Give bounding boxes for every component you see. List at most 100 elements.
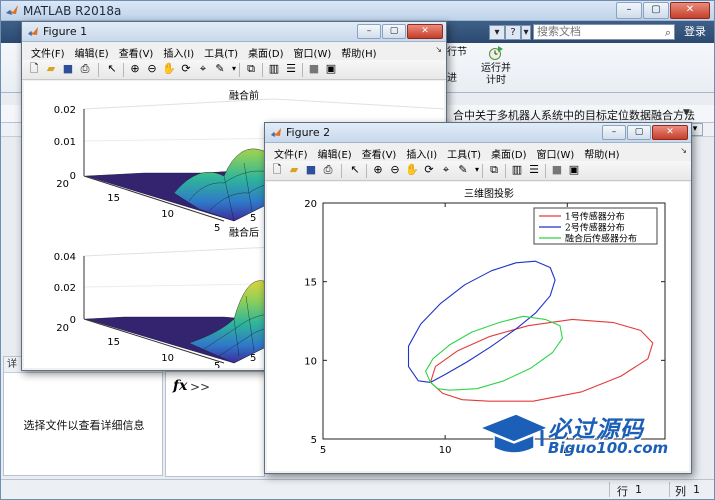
edit-plot-icon[interactable]: ↖ — [105, 62, 119, 76]
figure-2-maximize-button[interactable]: ▢ — [627, 125, 651, 140]
row-label: 行 — [617, 485, 628, 498]
menu-desktop[interactable]: 桌面(D) — [486, 144, 532, 161]
zoom-out-icon[interactable]: ⊖ — [145, 62, 159, 76]
legend-label: 2号传感器分布 — [565, 222, 625, 234]
insert-colorbar-icon[interactable]: ▥ — [510, 163, 524, 177]
menu-help[interactable]: 帮助(H) — [336, 43, 381, 60]
menu-window[interactable]: 窗口(W) — [289, 43, 337, 60]
print-icon[interactable]: ⎙ — [321, 163, 335, 177]
print-icon[interactable]: ⎙ — [78, 62, 92, 76]
matlab-logo-icon — [6, 5, 18, 15]
run-and-time-button[interactable]: 运行并 计时 — [479, 45, 513, 87]
chart-title: 三维图投影 — [464, 187, 514, 200]
help-icon[interactable]: ? — [505, 25, 521, 40]
menu-file[interactable]: 文件(F) — [26, 43, 70, 60]
column-value: 1 — [693, 483, 700, 496]
show-plot-tools-icon[interactable]: ▣ — [567, 163, 581, 177]
data-cursor-icon[interactable]: ⌖ — [439, 163, 453, 177]
menu-desktop[interactable]: 桌面(D) — [243, 43, 289, 60]
run-and-time-label-line2: 计时 — [486, 75, 506, 86]
menu-tools[interactable]: 工具(T) — [199, 43, 243, 60]
command-window[interactable]: fx >> — [165, 371, 265, 477]
toolstrip-dropdown-icon[interactable]: ▾ — [521, 25, 531, 40]
rotate-3d-icon[interactable]: ⟳ — [179, 62, 193, 76]
zoom-in-icon[interactable]: ⊕ — [128, 62, 142, 76]
z-tick: 0 — [70, 315, 76, 326]
figure-1-close-button[interactable]: ✕ — [407, 24, 443, 39]
run-and-time-label-line1: 运行并 — [481, 63, 511, 74]
maximize-button[interactable]: ▢ — [643, 2, 669, 19]
insert-legend-icon[interactable]: ☰ — [284, 62, 298, 76]
menu-help[interactable]: 帮助(H) — [579, 144, 624, 161]
pan-icon[interactable]: ✋ — [405, 163, 419, 177]
save-icon[interactable]: ■ — [304, 163, 318, 177]
y-tick-label: 10 — [304, 356, 317, 367]
x-tick: 5 — [214, 361, 220, 368]
figure-1-menubar: 文件(F) 编辑(E) 查看(V) 插入(I) 工具(T) 桌面(D) 窗口(W… — [22, 43, 446, 60]
edit-plot-icon[interactable]: ↖ — [348, 163, 362, 177]
open-file-icon[interactable]: ▰ — [44, 62, 58, 76]
rotate-3d-icon[interactable]: ⟳ — [422, 163, 436, 177]
show-plot-tools-icon[interactable]: ▣ — [324, 62, 338, 76]
z-tick: 0 — [70, 171, 76, 182]
toolbar-separator — [98, 63, 99, 77]
y-tick: 20 — [56, 323, 69, 334]
zoom-out-icon[interactable]: ⊖ — [388, 163, 402, 177]
search-icon[interactable]: ⌕ — [665, 26, 671, 40]
y-tick: 10 — [161, 353, 174, 364]
new-figure-icon[interactable]: 🗋 — [27, 62, 41, 76]
menu-edit[interactable]: 编辑(E) — [313, 144, 357, 161]
menu-insert[interactable]: 插入(I) — [158, 43, 199, 60]
search-documentation-input[interactable]: 搜索文档 ⌕ — [533, 24, 675, 40]
figure-2-minimize-button[interactable]: – — [602, 125, 626, 140]
figure-2-close-button[interactable]: ✕ — [652, 125, 688, 140]
brush-icon[interactable]: ✎ — [213, 62, 227, 76]
save-icon[interactable]: ■ — [61, 62, 75, 76]
figure-1-minimize-button[interactable]: – — [357, 24, 381, 39]
menubar-overflow-icon[interactable]: ↘ — [680, 146, 687, 155]
link-plot-icon[interactable]: ⧉ — [487, 163, 501, 177]
chevron-down-icon[interactable]: ▼ — [683, 108, 690, 118]
zoom-in-icon[interactable]: ⊕ — [371, 163, 385, 177]
graduation-cap-logo-icon — [477, 413, 550, 454]
menu-file[interactable]: 文件(F) — [269, 144, 313, 161]
new-figure-icon[interactable]: 🗋 — [270, 163, 284, 177]
link-plot-icon[interactable]: ⧉ — [244, 62, 258, 76]
login-button[interactable]: 登录 — [679, 24, 711, 40]
hide-plot-tools-icon[interactable]: ■ — [307, 62, 321, 76]
menu-edit[interactable]: 编辑(E) — [70, 43, 114, 60]
run-and-time-icon — [489, 46, 503, 60]
close-button[interactable]: ✕ — [670, 2, 710, 19]
insert-colorbar-icon[interactable]: ▥ — [267, 62, 281, 76]
minimize-button[interactable]: – — [616, 2, 642, 19]
run-section-button[interactable]: 行节 进 — [447, 47, 467, 85]
menu-tools[interactable]: 工具(T) — [442, 144, 486, 161]
open-file-icon[interactable]: ▰ — [287, 163, 301, 177]
figure-1-toolbar: 🗋 ▰ ■ ⎙ ↖ ⊕ ⊖ ✋ ⟳ ⌖ ✎ ▾ ⧉ ▥ ☰ ■ ▣ — [22, 60, 446, 80]
figure-1-maximize-button[interactable]: ▢ — [382, 24, 406, 39]
current-document-name[interactable]: 合中关于多机器人系统中的目标定位数据融合方法 — [453, 107, 695, 123]
function-browser-icon[interactable]: fx — [173, 378, 187, 394]
hide-plot-tools-icon[interactable]: ■ — [550, 163, 564, 177]
watermark-url: Biguo100.com — [548, 439, 669, 457]
menu-view[interactable]: 查看(V) — [357, 144, 402, 161]
x-tick: 5 — [250, 213, 256, 224]
y-tick: 15 — [107, 193, 120, 204]
toolstrip-control-1[interactable]: ▾ — [489, 25, 505, 40]
column-label: 列 — [675, 485, 686, 498]
data-cursor-icon[interactable]: ⌖ — [196, 62, 210, 76]
menu-view[interactable]: 查看(V) — [114, 43, 159, 60]
figure-1-titlebar: Figure 1 – ▢ ✕ — [22, 22, 446, 42]
menubar-overflow-icon[interactable]: ↘ — [435, 45, 442, 54]
insert-legend-icon[interactable]: ☰ — [527, 163, 541, 177]
brush-icon[interactable]: ✎ — [456, 163, 470, 177]
menu-window[interactable]: 窗口(W) — [532, 144, 580, 161]
figure-2-menubar: 文件(F) 编辑(E) 查看(V) 插入(I) 工具(T) 桌面(D) 窗口(W… — [265, 144, 691, 161]
legend[interactable]: 1号传感器分布2号传感器分布融合后传感器分布 — [533, 207, 658, 245]
pan-icon[interactable]: ✋ — [162, 62, 176, 76]
y-tick-label: 20 — [304, 199, 317, 210]
menu-insert[interactable]: 插入(I) — [401, 144, 442, 161]
row-value: 1 — [635, 483, 642, 496]
plot-title-after: 融合后 — [229, 226, 259, 239]
z-tick: 0.01 — [54, 137, 76, 148]
